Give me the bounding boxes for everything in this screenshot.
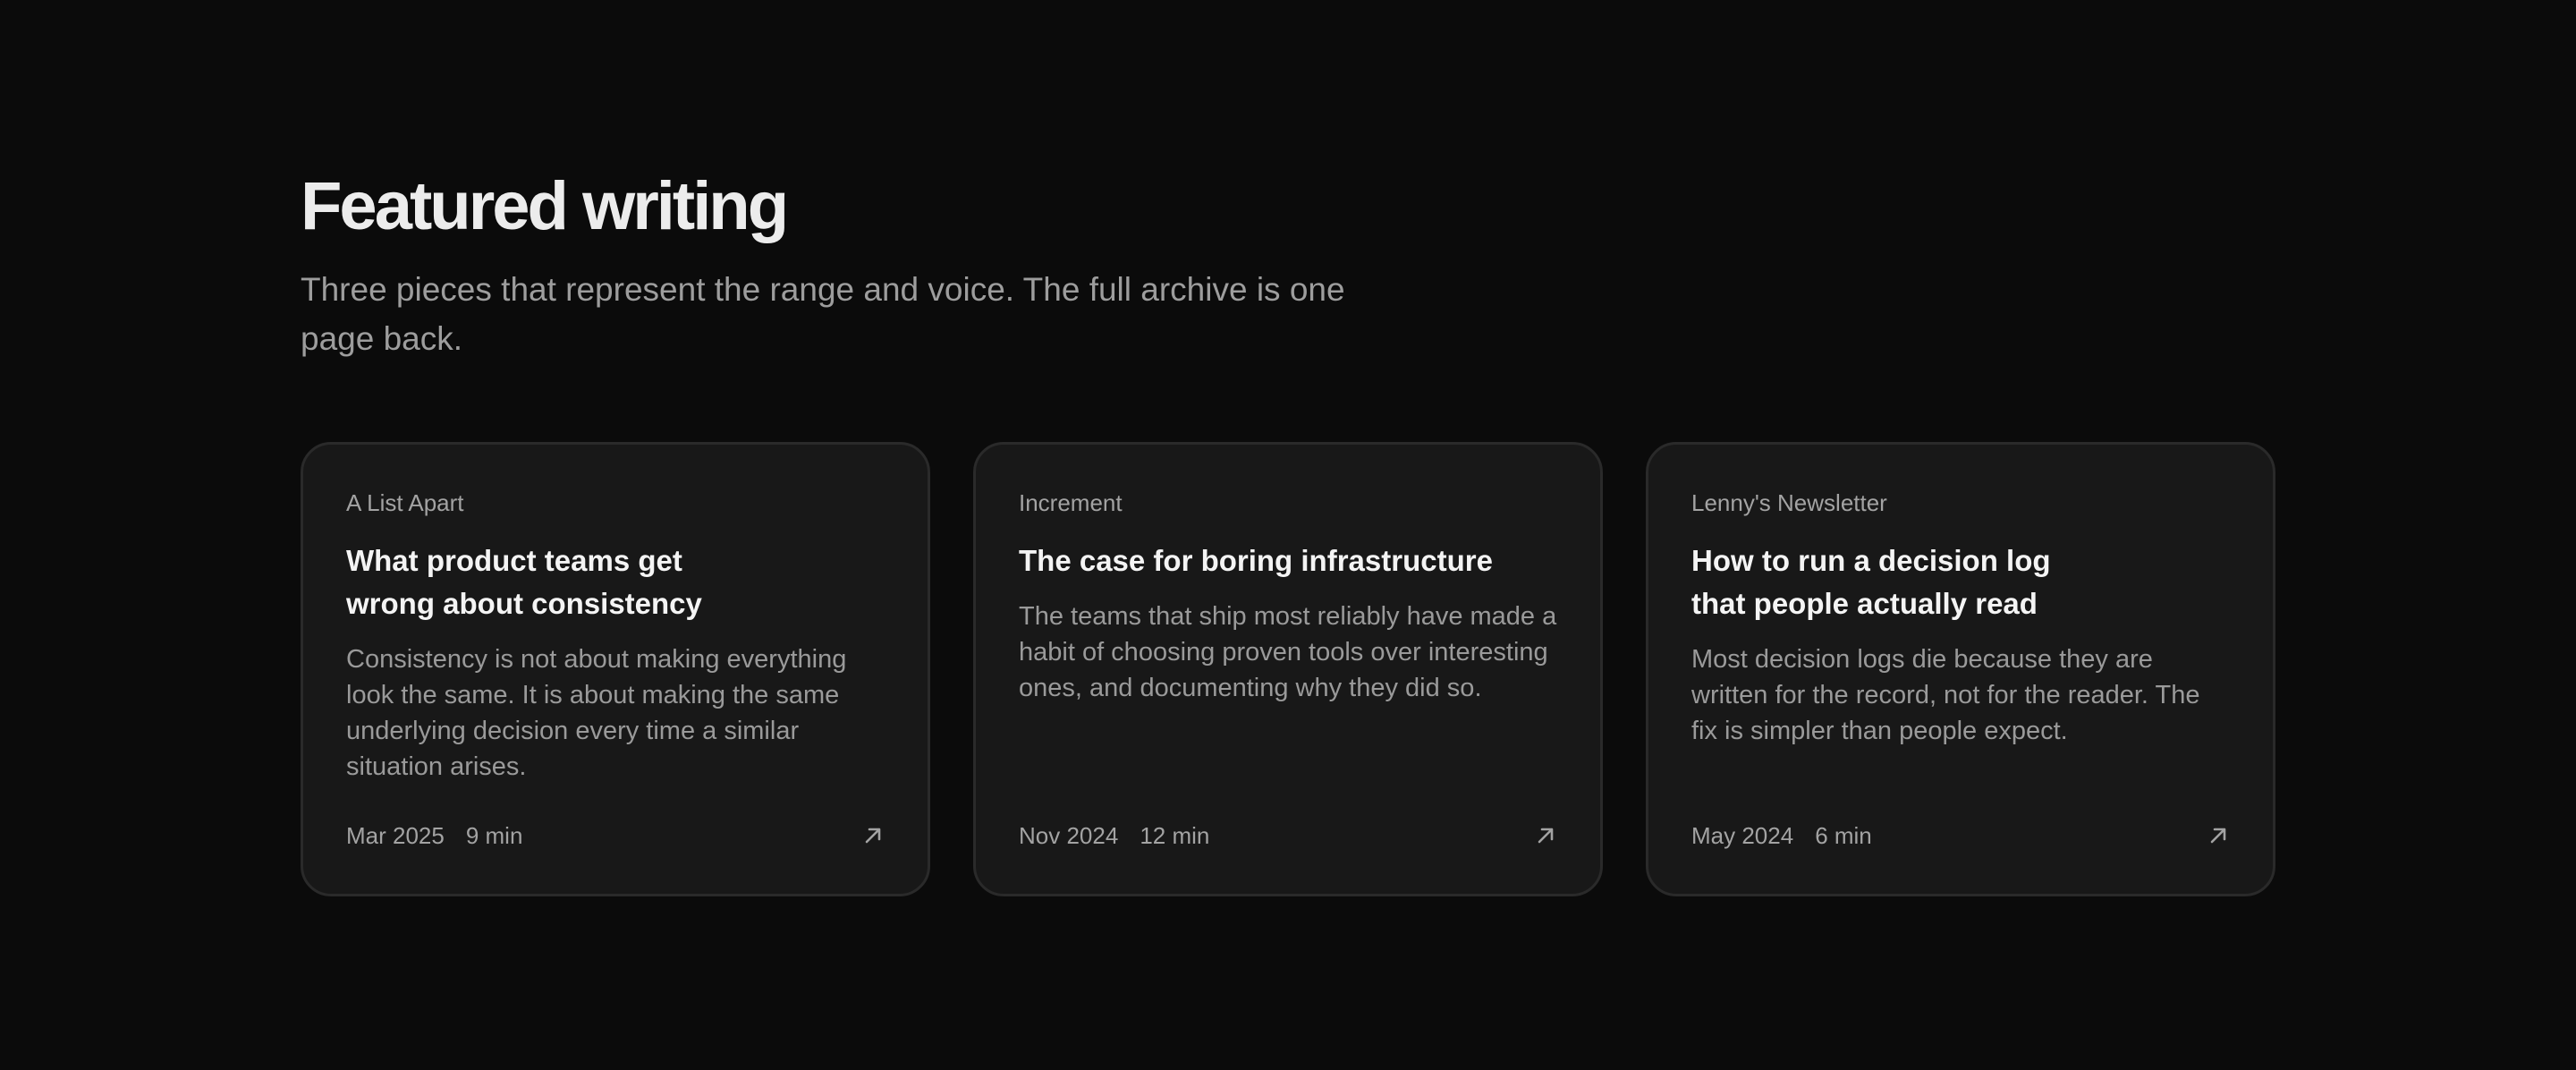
card-meta: Nov 2024 12 min [1019, 822, 1209, 849]
article-card[interactable]: Increment The case for boring infrastruc… [973, 442, 1603, 896]
featured-writing-section: Featured writing Three pieces that repre… [301, 166, 2277, 896]
card-title-line: The case for boring infrastructure [1019, 544, 1493, 577]
card-date: May 2024 [1691, 822, 1794, 849]
article-card[interactable]: A List Apart What product teams get wron… [301, 442, 930, 896]
card-date: Nov 2024 [1019, 822, 1119, 849]
article-card-list: A List Apart What product teams get wron… [301, 442, 2275, 896]
card-date: Mar 2025 [346, 822, 445, 849]
card-excerpt: Consistency is not about making everythi… [346, 645, 847, 781]
article-card[interactable]: Lenny's Newsletter How to run a decision… [1646, 442, 2275, 896]
card-meta: Mar 2025 9 min [346, 822, 522, 849]
card-title-line: that people actually read [1691, 587, 2038, 620]
card-read-time: 9 min [465, 822, 523, 849]
arrow-up-right-icon[interactable] [2208, 826, 2228, 845]
card-excerpt: The teams that ship most reliably have m… [1019, 602, 1557, 702]
card-title-line: wrong about consistency [346, 587, 702, 620]
card-publication: A List Apart [346, 489, 464, 516]
card-meta: May 2024 6 min [1691, 822, 1872, 849]
card-title-line: How to run a decision log [1691, 544, 2051, 577]
card-excerpt: Most decision logs die because they are … [1691, 645, 2200, 745]
card-title: The case for boring infrastructure [1019, 539, 1557, 582]
card-publication: Increment [1019, 489, 1123, 516]
arrow-up-right-icon[interactable] [1536, 826, 1555, 845]
card-title-line: What product teams get [346, 544, 682, 577]
card-read-time: 12 min [1140, 822, 1210, 849]
card-title: How to run a decision log that people ac… [1691, 539, 2230, 625]
arrow-up-right-icon[interactable] [863, 826, 883, 845]
section-title: Featured writing [301, 168, 789, 244]
card-publication: Lenny's Newsletter [1691, 489, 1887, 516]
card-title: What product teams get wrong about consi… [346, 539, 885, 625]
section-subtitle: Three pieces that represent the range an… [301, 271, 1345, 357]
card-read-time: 6 min [1815, 822, 1872, 849]
